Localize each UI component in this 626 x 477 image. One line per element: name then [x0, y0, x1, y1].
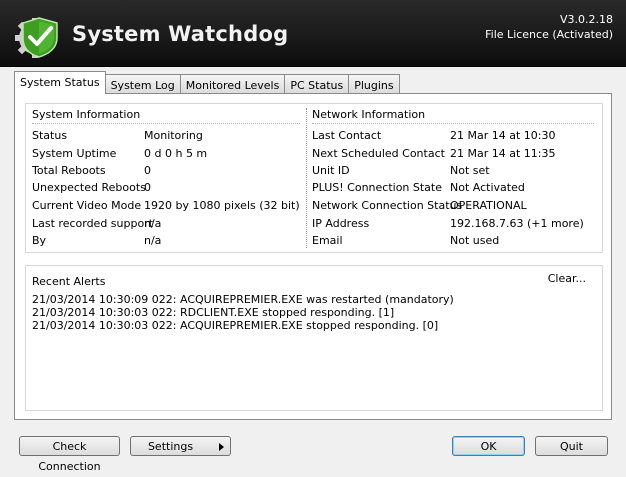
- email-label: Email: [312, 234, 343, 247]
- status-value: Monitoring: [144, 129, 203, 142]
- network-status-label: Network Connection Status: [312, 199, 463, 212]
- version-info: V3.0.2.18 File Licence (Activated): [485, 12, 613, 42]
- check-connection-button[interactable]: Check Connection: [19, 436, 120, 473]
- app-title: System Watchdog: [72, 22, 289, 46]
- total-reboots-label: Total Reboots: [32, 164, 106, 177]
- recent-alerts-group: Recent Alerts Clear... 21/03/2014 10:30:…: [25, 265, 603, 411]
- uptime-label: System Uptime: [32, 147, 117, 160]
- plus-connection-label: PLUS! Connection State: [312, 181, 443, 194]
- information-group: System Information Network Information S…: [25, 103, 603, 253]
- next-contact-value: 21 Mar 14 at 11:35: [450, 147, 556, 160]
- tab-system-status[interactable]: System Status: [14, 71, 106, 94]
- divider: [306, 108, 307, 248]
- uptime-value: 0 d 0 h 5 m: [144, 147, 208, 160]
- system-information-title: System Information: [32, 108, 141, 121]
- triangle-right-icon: [219, 443, 224, 451]
- unexpected-reboots-label: Unexpected Reboots: [32, 181, 146, 194]
- total-reboots-value: 0: [144, 164, 151, 177]
- ok-button[interactable]: OK: [452, 436, 525, 456]
- last-support-value: n/a: [144, 217, 162, 230]
- unit-id-value: Not set: [450, 164, 490, 177]
- alert-line: 21/03/2014 10:30:03 022: RDCLIENT.EXE st…: [32, 306, 395, 319]
- tab-bar: System Status System Log Monitored Level…: [14, 71, 400, 94]
- tab-plugins[interactable]: Plugins: [348, 74, 400, 94]
- settings-button[interactable]: Settings: [130, 436, 231, 456]
- network-status-value: OPERATIONAL: [450, 199, 527, 212]
- version-label: V3.0.2.18: [559, 13, 613, 26]
- licence-label: File Licence (Activated): [485, 28, 613, 41]
- plus-connection-value: Not Activated: [450, 181, 525, 194]
- status-label: Status: [32, 129, 68, 142]
- video-mode-value: 1920 by 1080 pixels (32 bit): [144, 199, 300, 212]
- tab-pc-status[interactable]: PC Status: [284, 74, 350, 94]
- tab-monitored-levels[interactable]: Monitored Levels: [179, 74, 286, 94]
- last-contact-value: 21 Mar 14 at 10:30: [450, 129, 556, 142]
- settings-button-label: Settings: [147, 440, 194, 453]
- email-value: Not used: [450, 234, 500, 247]
- divider: [312, 123, 594, 124]
- video-mode-label: Current Video Mode: [32, 199, 142, 212]
- next-contact-label: Next Scheduled Contact: [312, 147, 445, 160]
- system-status-panel: System Information Network Information S…: [14, 93, 612, 420]
- alert-line: 21/03/2014 10:30:03 022: ACQUIREPREMIER.…: [32, 319, 439, 332]
- quit-button[interactable]: Quit: [535, 436, 608, 456]
- recent-alerts-title: Recent Alerts: [32, 275, 106, 288]
- unexpected-reboots-value: 0: [144, 181, 151, 194]
- gear-shield-check-icon: [15, 17, 58, 58]
- network-information-title: Network Information: [312, 108, 426, 121]
- by-label: By: [32, 234, 47, 247]
- by-value: n/a: [144, 234, 162, 247]
- divider: [32, 123, 300, 124]
- last-support-label: Last recorded support: [32, 217, 154, 230]
- alert-line: 21/03/2014 10:30:09 022: ACQUIREPREMIER.…: [32, 293, 454, 306]
- app-header: System Watchdog V3.0.2.18 File Licence (…: [0, 0, 626, 67]
- ip-address-value: 192.168.7.63 (+1 more): [450, 217, 584, 230]
- clear-alerts-link[interactable]: Clear...: [548, 272, 586, 285]
- ip-address-label: IP Address: [312, 217, 370, 230]
- unit-id-label: Unit ID: [312, 164, 350, 177]
- tab-system-log[interactable]: System Log: [104, 74, 181, 94]
- last-contact-label: Last Contact: [312, 129, 382, 142]
